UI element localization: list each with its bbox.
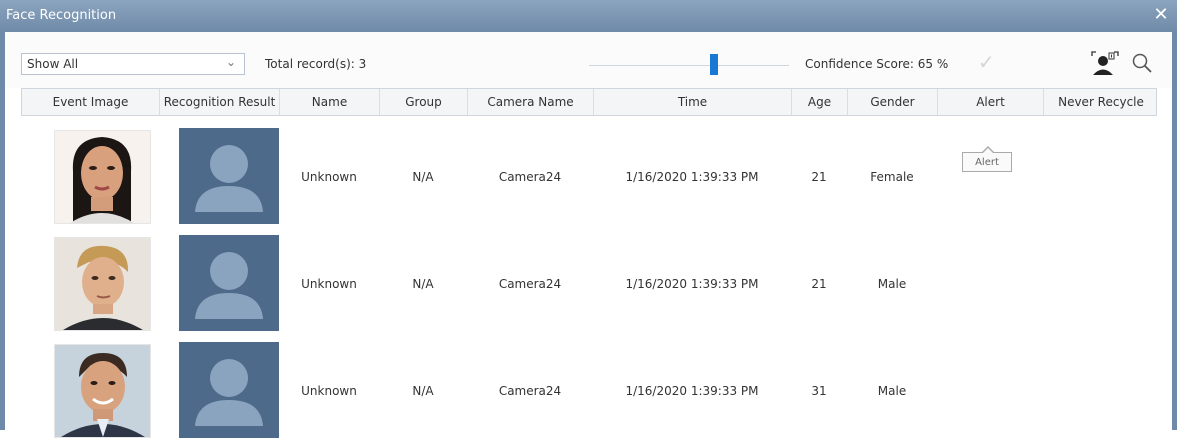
time-cell: 1/16/2020 1:39:33 PM — [625, 170, 759, 184]
column-header-recognition-result[interactable]: Recognition Result — [160, 89, 280, 115]
group-cell: N/A — [412, 277, 434, 291]
total-records-label: Total record(s): 3 — [265, 57, 367, 71]
name-cell: Unknown — [301, 170, 357, 184]
camera-cell: Camera24 — [498, 277, 562, 291]
age-cell: 21 — [811, 170, 827, 184]
close-icon[interactable]: ✕ — [1151, 5, 1171, 25]
toolbar: Show All ⌄ Total record(s): 3 Confidence… — [5, 32, 1172, 88]
recognition-result-placeholder — [179, 235, 279, 331]
confidence-slider[interactable] — [589, 50, 789, 78]
table-header: Event Image Recognition Result Name Grou… — [21, 88, 1157, 116]
event-image[interactable] — [54, 237, 151, 331]
title-bar: Face Recognition ✕ — [0, 0, 1177, 32]
gender-cell: Female — [870, 170, 914, 184]
filter-dropdown[interactable]: Show All ⌄ — [21, 53, 245, 75]
gender-cell: Male — [877, 384, 907, 398]
name-cell: Unknown — [301, 277, 357, 291]
face-profile-icon[interactable] — [1090, 50, 1120, 76]
age-cell: 31 — [811, 384, 827, 398]
window-title: Face Recognition — [6, 8, 117, 23]
results-table: Event Image Recognition Result Name Grou… — [21, 88, 1157, 438]
age-cell: 21 — [811, 277, 827, 291]
time-cell: 1/16/2020 1:39:33 PM — [625, 277, 759, 291]
event-image[interactable] — [54, 344, 151, 438]
camera-cell: Camera24 — [498, 170, 562, 184]
column-header-gender[interactable]: Gender — [848, 89, 938, 115]
column-header-camera-name[interactable]: Camera Name — [468, 89, 594, 115]
chevron-down-icon: ⌄ — [225, 55, 236, 69]
column-header-name[interactable]: Name — [280, 89, 380, 115]
group-cell: N/A — [412, 170, 434, 184]
search-icon[interactable] — [1131, 52, 1153, 74]
time-cell: 1/16/2020 1:39:33 PM — [625, 384, 759, 398]
face-recognition-window: Face Recognition ✕ Show All ⌄ Total reco… — [0, 0, 1177, 438]
slider-track — [589, 65, 789, 66]
confidence-score-label: Confidence Score: 65 % — [805, 57, 949, 71]
filter-selected-value: Show All — [27, 57, 79, 71]
column-header-event-image[interactable]: Event Image — [22, 89, 160, 115]
event-image[interactable] — [54, 130, 151, 224]
name-cell: Unknown — [301, 384, 357, 398]
table-row[interactable]: Unknown N/A Camera24 1/16/2020 1:39:33 P… — [21, 338, 1157, 445]
table-row[interactable]: Unknown N/A Camera24 1/16/2020 1:39:33 P… — [21, 124, 1157, 231]
group-cell: N/A — [412, 384, 434, 398]
column-header-age[interactable]: Age — [792, 89, 848, 115]
recognition-result-placeholder — [179, 128, 279, 224]
camera-cell: Camera24 — [498, 384, 562, 398]
column-header-time[interactable]: Time — [594, 89, 792, 115]
recognition-result-placeholder — [179, 342, 279, 438]
column-header-never-recycle[interactable]: Never Recycle — [1044, 89, 1158, 115]
column-header-group[interactable]: Group — [380, 89, 468, 115]
table-row[interactable]: Unknown N/A Camera24 1/16/2020 1:39:33 P… — [21, 231, 1157, 338]
column-header-alert[interactable]: Alert — [938, 89, 1044, 115]
checkmark-icon[interactable]: ✓ — [978, 50, 995, 74]
gender-cell: Male — [877, 277, 907, 291]
alert-tooltip: Alert — [962, 146, 1012, 172]
slider-thumb[interactable] — [710, 54, 718, 75]
